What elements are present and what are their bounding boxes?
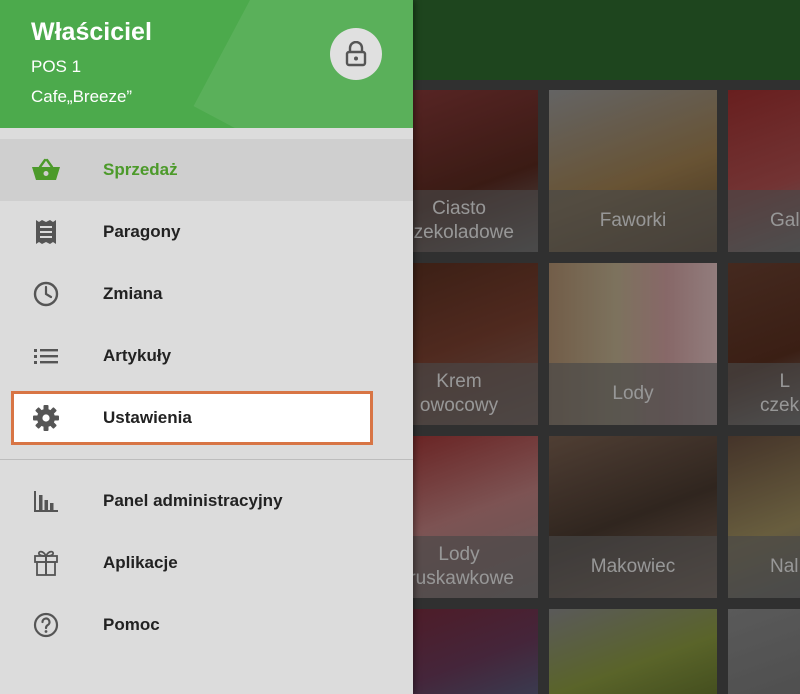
user-role: Właściciel <box>31 18 152 46</box>
menu-item-admin-panel[interactable]: Panel administracyjny <box>0 470 413 532</box>
header-decoration <box>193 0 413 128</box>
drawer-header: Właściciel POS 1 Cafe„Breeze” <box>0 0 413 128</box>
menu-item-label: Sprzedaż <box>103 160 178 179</box>
menu-item-label: Artykuły <box>103 346 172 365</box>
menu-item-shift[interactable]: Zmiana <box>0 263 413 325</box>
lock-button[interactable] <box>330 28 382 80</box>
menu-item-items[interactable]: Artykuły <box>0 325 413 387</box>
menu-divider <box>0 459 413 460</box>
menu-item-label: Aplikacje <box>103 553 178 572</box>
menu-item-label: Paragony <box>103 222 181 241</box>
menu-item-settings[interactable]: Ustawienia <box>0 387 413 449</box>
gift-icon <box>31 550 61 576</box>
clock-icon <box>31 281 61 307</box>
menu-item-help[interactable]: Pomoc <box>0 594 413 656</box>
menu-item-sales[interactable]: Sprzedaż <box>0 139 413 201</box>
menu-item-label: Ustawienia <box>103 408 192 427</box>
bar-chart-icon <box>31 488 61 514</box>
receipt-icon <box>31 219 61 245</box>
gear-icon <box>31 405 61 431</box>
menu-item-apps[interactable]: Aplikacje <box>0 532 413 594</box>
basket-icon <box>31 157 61 183</box>
menu-item-label: Panel administracyjny <box>103 491 283 510</box>
navigation-drawer: Właściciel POS 1 Cafe„Breeze” Sprzedaż P… <box>0 0 413 694</box>
help-icon <box>31 612 61 638</box>
store-name: Cafe„Breeze” <box>31 87 133 106</box>
menu-item-receipts[interactable]: Paragony <box>0 201 413 263</box>
pos-name: POS 1 <box>31 57 82 76</box>
menu-item-label: Zmiana <box>103 284 163 303</box>
menu-item-label: Pomoc <box>103 615 160 634</box>
list-icon <box>31 343 61 369</box>
lock-icon <box>345 41 367 67</box>
